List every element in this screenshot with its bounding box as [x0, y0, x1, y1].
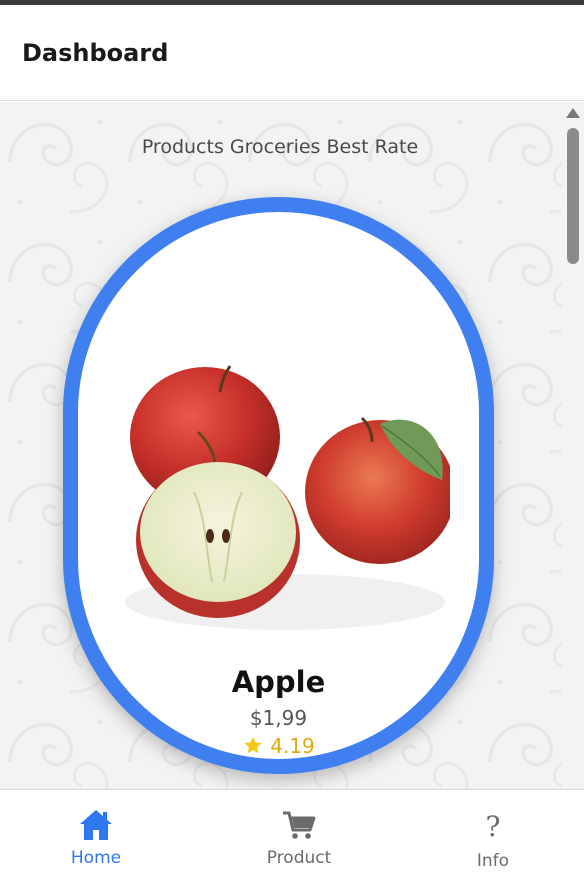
subtitle: Products Groceries Best Rate — [141, 136, 419, 158]
apple-photo — [125, 365, 450, 630]
nav-label-home: Home — [70, 848, 122, 868]
nav-label-product: Product — [266, 848, 332, 868]
nav-item-product[interactable]: Product — [239, 790, 359, 881]
product-name: Apple — [231, 665, 326, 699]
nav-item-home[interactable]: Home — [36, 790, 156, 881]
scrollbar[interactable] — [562, 102, 584, 789]
nav-label-info: Info — [476, 851, 510, 871]
nav-item-info[interactable]: ? Info — [433, 790, 553, 881]
product-price: $1,99 — [249, 706, 308, 730]
product-rating: 4.19 — [78, 734, 479, 758]
scroll-thumb[interactable] — [567, 128, 579, 264]
rating-value: 4.19 — [270, 734, 315, 758]
product-card[interactable]: Apple $1,99 4.19 — [63, 197, 494, 774]
bottom-nav: Home Product ? Info — [0, 789, 584, 881]
scroll-up-arrow-icon[interactable] — [566, 108, 580, 118]
cart-icon — [283, 811, 316, 839]
question-icon: ? — [485, 810, 501, 843]
star-icon — [244, 736, 262, 754]
page-title: Dashboard — [22, 38, 169, 67]
main-content[interactable]: Products Groceries Best Rate Apple $1,99… — [0, 102, 584, 789]
app-header: Dashboard — [0, 5, 584, 101]
home-icon — [80, 810, 112, 840]
